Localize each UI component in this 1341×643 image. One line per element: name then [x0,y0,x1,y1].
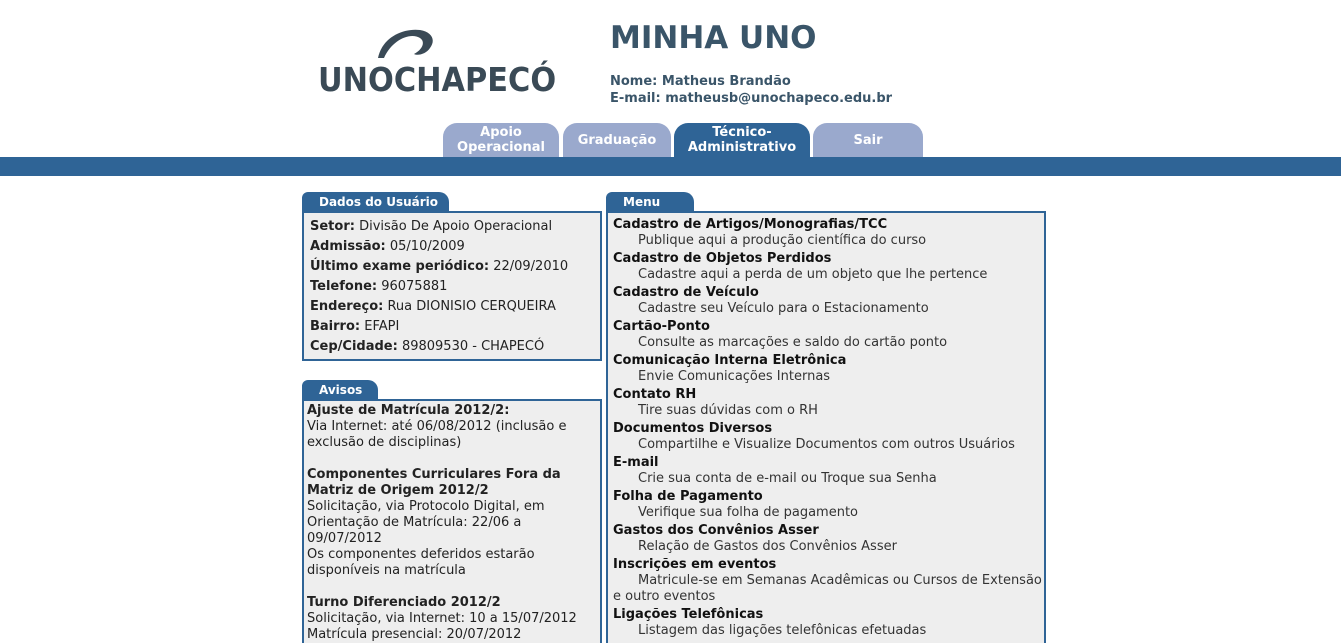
unochapeco-logo: UNOCHAPECÓ [318,26,556,99]
menu-item-title: Comunicação Interna Eletrônica [613,353,847,368]
menu-item-email[interactable]: E-mail Crie sua conta de e-mail ou Troqu… [613,455,1043,487]
user-data-row-setor: Setor: Divisão De Apoio Operacional [310,219,553,234]
aviso-item: Turno Diferenciado 2012/2 Solicitação, v… [307,595,597,643]
menu-item-title: Folha de Pagamento [613,489,763,504]
menu-item-desc: Consulte as marcações e saldo do cartão … [638,335,948,350]
menu-item-folha-pagamento[interactable]: Folha de Pagamento Verifique sua folha d… [613,489,1043,521]
menu-item-title: Contato RH [613,387,697,402]
aviso-title: Turno Diferenciado 2012/2 [307,595,501,610]
menu-item-cadastro-artigos[interactable]: Cadastro de Artigos/Monografias/TCC Publ… [613,217,1043,249]
logo-wordmark: UNOCHAPECÓ [318,60,557,99]
menu-item-desc: Verifique sua folha de pagamento [638,505,859,520]
menu-item-title: Documentos Diversos [613,421,773,436]
avisos-panel: Ajuste de Matrícula 2012/2: Via Internet… [302,399,602,643]
user-data-row-cep-cidade: Cep/Cidade: 89809530 - CHAPECÓ [310,339,545,354]
menu-item-title: Cadastro de Artigos/Monografias/TCC [613,217,888,232]
app-title: MINHA UNO [610,20,817,56]
header-divider-bar [0,157,1341,176]
menu-panel-title: Menu [606,192,694,212]
menu-item-cadastro-veiculo[interactable]: Cadastro de Veículo Cadastre seu Veículo… [613,285,1043,317]
menu-item-title: Cadastro de Objetos Perdidos [613,251,832,266]
avisos-panel-title: Avisos [302,380,378,400]
tab-label-line2: Administrativo [687,140,797,155]
user-data-row-bairro: Bairro: EFAPI [310,319,400,334]
aviso-line: Solicitação, via Protocolo Digital, em O… [307,499,545,546]
menu-item-inscricoes-eventos[interactable]: Inscrições em eventos Matricule-se em Se… [613,557,1043,605]
tab-label: Sair [853,132,883,148]
tab-label-line1: Apoio [480,125,522,140]
aviso-line: Via Internet: até 06/08/2012 (inclusão e… [307,419,567,450]
menu-item-comunicacao-interna[interactable]: Comunicação Interna Eletrônica Envie Com… [613,353,1043,385]
user-name: Nome: Matheus Brandão [610,74,791,89]
user-data-row-endereco: Endereço: Rua DIONISIO CERQUEIRA [310,299,556,314]
logo-swoosh-icon [378,29,433,58]
tab-label: Graduação [577,132,657,148]
menu-item-desc: Matricule-se em Semanas Acadêmicas ou Cu… [613,573,1042,604]
aviso-line: Os componentes deferidos estarão disponí… [307,547,535,578]
menu-item-desc: Publique aqui a produção científica do c… [638,233,927,248]
user-data-row-telefone: Telefone: 96075881 [310,279,448,294]
aviso-item: Ajuste de Matrícula 2012/2: Via Internet… [307,403,597,451]
aviso-title: Componentes Curriculares Fora da Matriz … [307,467,561,498]
menu-item-title: Cartão-Ponto [613,319,710,334]
user-data-panel: Setor: Divisão De Apoio Operacional Admi… [302,211,602,361]
menu-item-objetos-perdidos[interactable]: Cadastro de Objetos Perdidos Cadastre aq… [613,251,1043,283]
menu-item-title: E-mail [613,455,659,470]
user-email: E-mail: matheusb@unochapeco.edu.br [610,91,893,106]
menu-item-gastos-convenios[interactable]: Gastos dos Convênios Asser Relação de Ga… [613,523,1043,555]
aviso-line: Solicitação, via Internet: 10 a 15/07/20… [307,611,577,626]
menu-item-desc: Compartilhe e Visualize Documentos com o… [638,437,1015,452]
menu-item-title: Gastos dos Convênios Asser [613,523,819,538]
menu-item-desc: Listagem das ligações telefônicas efetua… [638,623,927,638]
menu-item-desc: Envie Comunicações Internas [638,369,831,384]
menu-item-contato-rh[interactable]: Contato RH Tire suas dúvidas com o RH [613,387,1043,419]
menu-item-title: Inscrições em eventos [613,557,777,572]
aviso-line: Matrícula presencial: 20/07/2012 [307,627,522,642]
user-data-panel-title: Dados do Usuário [302,192,449,212]
menu-item-desc: Tire suas dúvidas com o RH [638,403,818,418]
tab-tecnico-administrativo[interactable]: Técnico- Administrativo [674,123,810,157]
menu-item-desc: Cadastre aqui a perda de um objeto que l… [638,267,988,282]
aviso-item: Componentes Curriculares Fora da Matriz … [307,467,597,579]
menu-item-title: Ligações Telefônicas [613,607,764,622]
menu-item-desc: Relação de Gastos dos Convênios Asser [638,539,897,554]
user-data-row-exame: Último exame periódico: 22/09/2010 [310,259,569,274]
menu-item-title: Cadastro de Veículo [613,285,759,300]
tab-label-line2: Operacional [457,140,545,155]
menu-item-ligacoes-telefonicas[interactable]: Ligações Telefônicas Listagem das ligaçõ… [613,607,1043,639]
tab-sair[interactable]: Sair [813,123,923,157]
menu-panel: Cadastro de Artigos/Monografias/TCC Publ… [606,211,1046,643]
user-data-row-admissao: Admissão: 05/10/2009 [310,239,465,254]
tab-apoio-operacional[interactable]: Apoio Operacional [443,123,559,157]
aviso-title: Ajuste de Matrícula 2012/2: [307,403,510,418]
menu-item-desc: Crie sua conta de e-mail ou Troque sua S… [638,471,937,486]
tab-graduacao[interactable]: Graduação [563,123,671,157]
tab-label-line1: Técnico- [712,125,772,140]
menu-item-cartao-ponto[interactable]: Cartão-Ponto Consulte as marcações e sal… [613,319,1043,351]
menu-item-desc: Cadastre seu Veículo para o Estacionamen… [638,301,929,316]
menu-item-documentos-diversos[interactable]: Documentos Diversos Compartilhe e Visual… [613,421,1043,453]
